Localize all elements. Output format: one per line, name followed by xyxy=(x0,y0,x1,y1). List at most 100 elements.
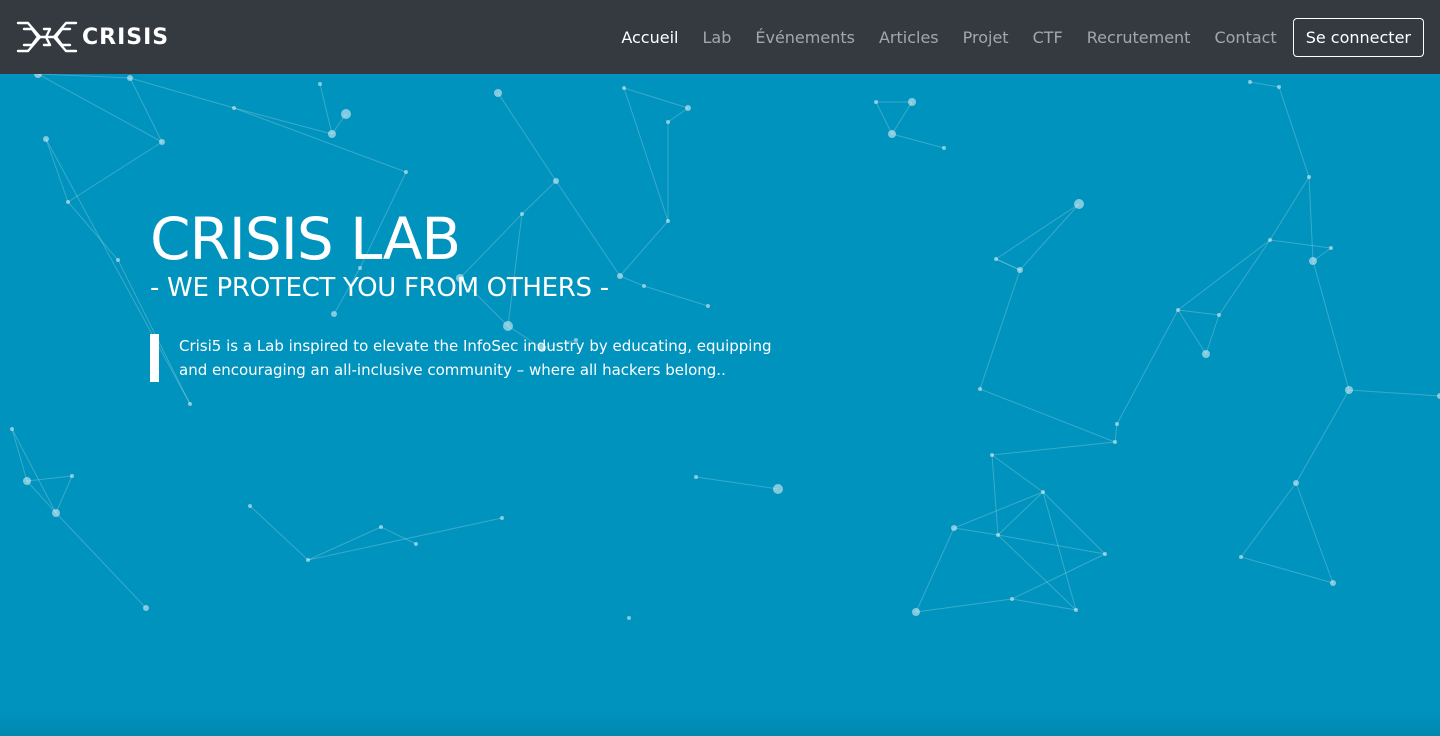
network-line xyxy=(667,107,689,123)
network-node xyxy=(888,130,896,138)
network-node xyxy=(10,427,14,431)
network-line xyxy=(55,475,73,514)
network-node xyxy=(666,120,670,124)
network-line xyxy=(67,201,119,261)
network-node xyxy=(1041,490,1045,494)
hero-section: CRISIS LAB - WE PROTECT YOU FROM OTHERS … xyxy=(0,74,1440,736)
network-line xyxy=(1308,176,1314,262)
network-line xyxy=(249,505,309,561)
network-line xyxy=(1042,491,1077,611)
network-node xyxy=(494,89,502,97)
network-line xyxy=(953,491,1044,529)
network-node xyxy=(990,453,994,457)
network-node xyxy=(1239,555,1243,559)
network-node xyxy=(232,106,236,110)
network-line xyxy=(991,441,1116,456)
network-line xyxy=(1348,389,1440,397)
network-line xyxy=(380,526,417,545)
network-node xyxy=(908,98,916,106)
nav-item-projet[interactable]: Projet xyxy=(951,28,1021,47)
network-line xyxy=(233,107,333,135)
network-node xyxy=(978,387,982,391)
network-node xyxy=(1074,199,1084,209)
network-line xyxy=(995,258,1021,271)
network-line xyxy=(891,133,945,149)
network-line xyxy=(1116,309,1179,425)
network-node xyxy=(1113,440,1117,444)
network-node xyxy=(127,75,133,81)
network-line xyxy=(623,87,689,109)
network-line xyxy=(915,527,955,613)
hero-content: CRISIS LAB - WE PROTECT YOU FROM OTHERS … xyxy=(150,206,850,382)
network-line xyxy=(1240,482,1297,558)
network-node xyxy=(1307,175,1311,179)
crisis-logo-icon xyxy=(16,21,78,53)
network-line xyxy=(875,101,893,135)
network-node xyxy=(248,504,252,508)
network-node xyxy=(143,605,149,611)
network-node xyxy=(942,146,946,150)
network-line xyxy=(233,107,407,173)
network-node xyxy=(23,477,31,485)
network-node xyxy=(404,170,408,174)
network-line xyxy=(55,512,147,609)
network-line xyxy=(11,428,28,482)
network-line xyxy=(1177,309,1220,316)
network-line xyxy=(1218,239,1271,316)
login-button[interactable]: Se connecter xyxy=(1292,17,1424,57)
network-node xyxy=(328,130,336,138)
network-line xyxy=(11,428,57,514)
network-line xyxy=(1278,86,1310,178)
network-node xyxy=(341,109,351,119)
nav-item-contact[interactable]: Contact xyxy=(1202,28,1288,47)
network-line xyxy=(67,141,163,203)
network-line xyxy=(1312,260,1350,391)
network-node xyxy=(1268,238,1272,242)
network-node xyxy=(34,74,42,78)
nav-item-accueil[interactable]: Accueil xyxy=(609,28,690,47)
network-line xyxy=(1249,81,1280,88)
network-line xyxy=(997,534,1077,611)
network-node xyxy=(1330,580,1336,586)
network-line xyxy=(1205,314,1220,355)
network-node xyxy=(66,200,70,204)
network-node xyxy=(188,402,192,406)
network-node xyxy=(951,525,957,531)
nav-item-lab[interactable]: Lab xyxy=(690,28,743,47)
network-line xyxy=(695,476,779,490)
nav-item-evenements[interactable]: Événements xyxy=(743,28,867,47)
nav-item-ctf[interactable]: CTF xyxy=(1021,28,1075,47)
network-line xyxy=(1269,176,1310,241)
nav-item-recrutement[interactable]: Recrutement xyxy=(1075,28,1203,47)
network-line xyxy=(623,87,669,222)
brand-name: CRISIS xyxy=(82,24,170,50)
network-node xyxy=(912,608,920,616)
network-line xyxy=(1177,239,1271,311)
brand-logo[interactable]: CRISIS xyxy=(16,17,169,57)
hero-bottom-shade xyxy=(0,712,1440,736)
network-node xyxy=(318,82,322,86)
network-node xyxy=(1309,257,1317,265)
main-nav: Accueil Lab Événements Articles Projet C… xyxy=(609,17,1424,57)
network-line xyxy=(1240,556,1334,584)
network-line xyxy=(26,475,73,482)
network-node xyxy=(500,516,504,520)
network-line xyxy=(915,598,1013,613)
network-node xyxy=(1176,308,1180,312)
network-node xyxy=(622,86,626,90)
network-node xyxy=(1329,246,1333,250)
navbar: CRISIS Accueil Lab Événements Articles P… xyxy=(0,0,1440,74)
network-line xyxy=(497,92,557,182)
network-line xyxy=(997,491,1044,536)
network-node xyxy=(306,558,310,562)
network-line xyxy=(991,454,1044,493)
network-node xyxy=(43,136,49,142)
network-node xyxy=(52,509,60,517)
network-background xyxy=(10,74,1440,620)
network-line xyxy=(45,138,69,203)
network-node xyxy=(414,542,418,546)
network-node xyxy=(1103,552,1107,556)
page: CRISIS Accueil Lab Événements Articles P… xyxy=(0,0,1440,736)
network-line xyxy=(1177,309,1207,355)
nav-item-articles[interactable]: Articles xyxy=(867,28,951,47)
